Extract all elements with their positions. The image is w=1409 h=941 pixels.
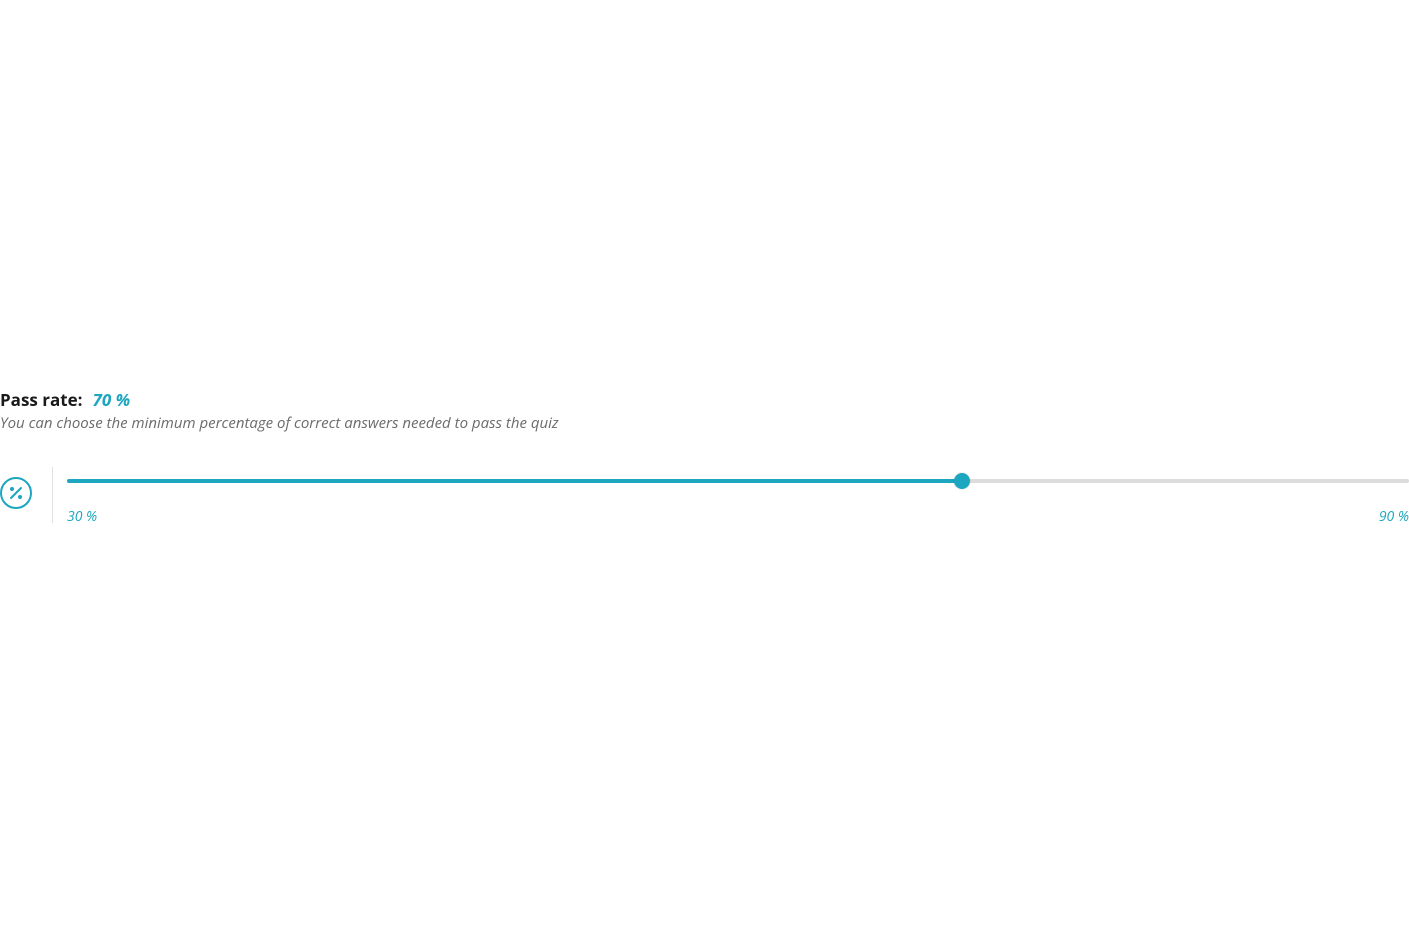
slider-container: 30 % 90 % [53,467,1409,526]
pass-rate-section: Pass rate: 70 % You can choose the minim… [0,388,1409,526]
slider-max-label: 90 % [1379,507,1409,526]
slider-thumb[interactable] [954,473,970,489]
percent-icon-wrapper [0,467,52,509]
slider-min-label: 30 % [67,507,97,526]
percent-icon [0,477,32,509]
pass-rate-header: Pass rate: 70 % [0,388,1409,411]
slider-labels: 30 % 90 % [67,507,1409,526]
pass-rate-value: 70 % [93,388,131,411]
pass-rate-slider[interactable] [67,469,1409,493]
slider-row: 30 % 90 % [0,467,1409,526]
pass-rate-label: Pass rate: [0,388,83,411]
slider-fill [67,479,962,483]
pass-rate-description: You can choose the minimum percentage of… [0,413,1409,433]
